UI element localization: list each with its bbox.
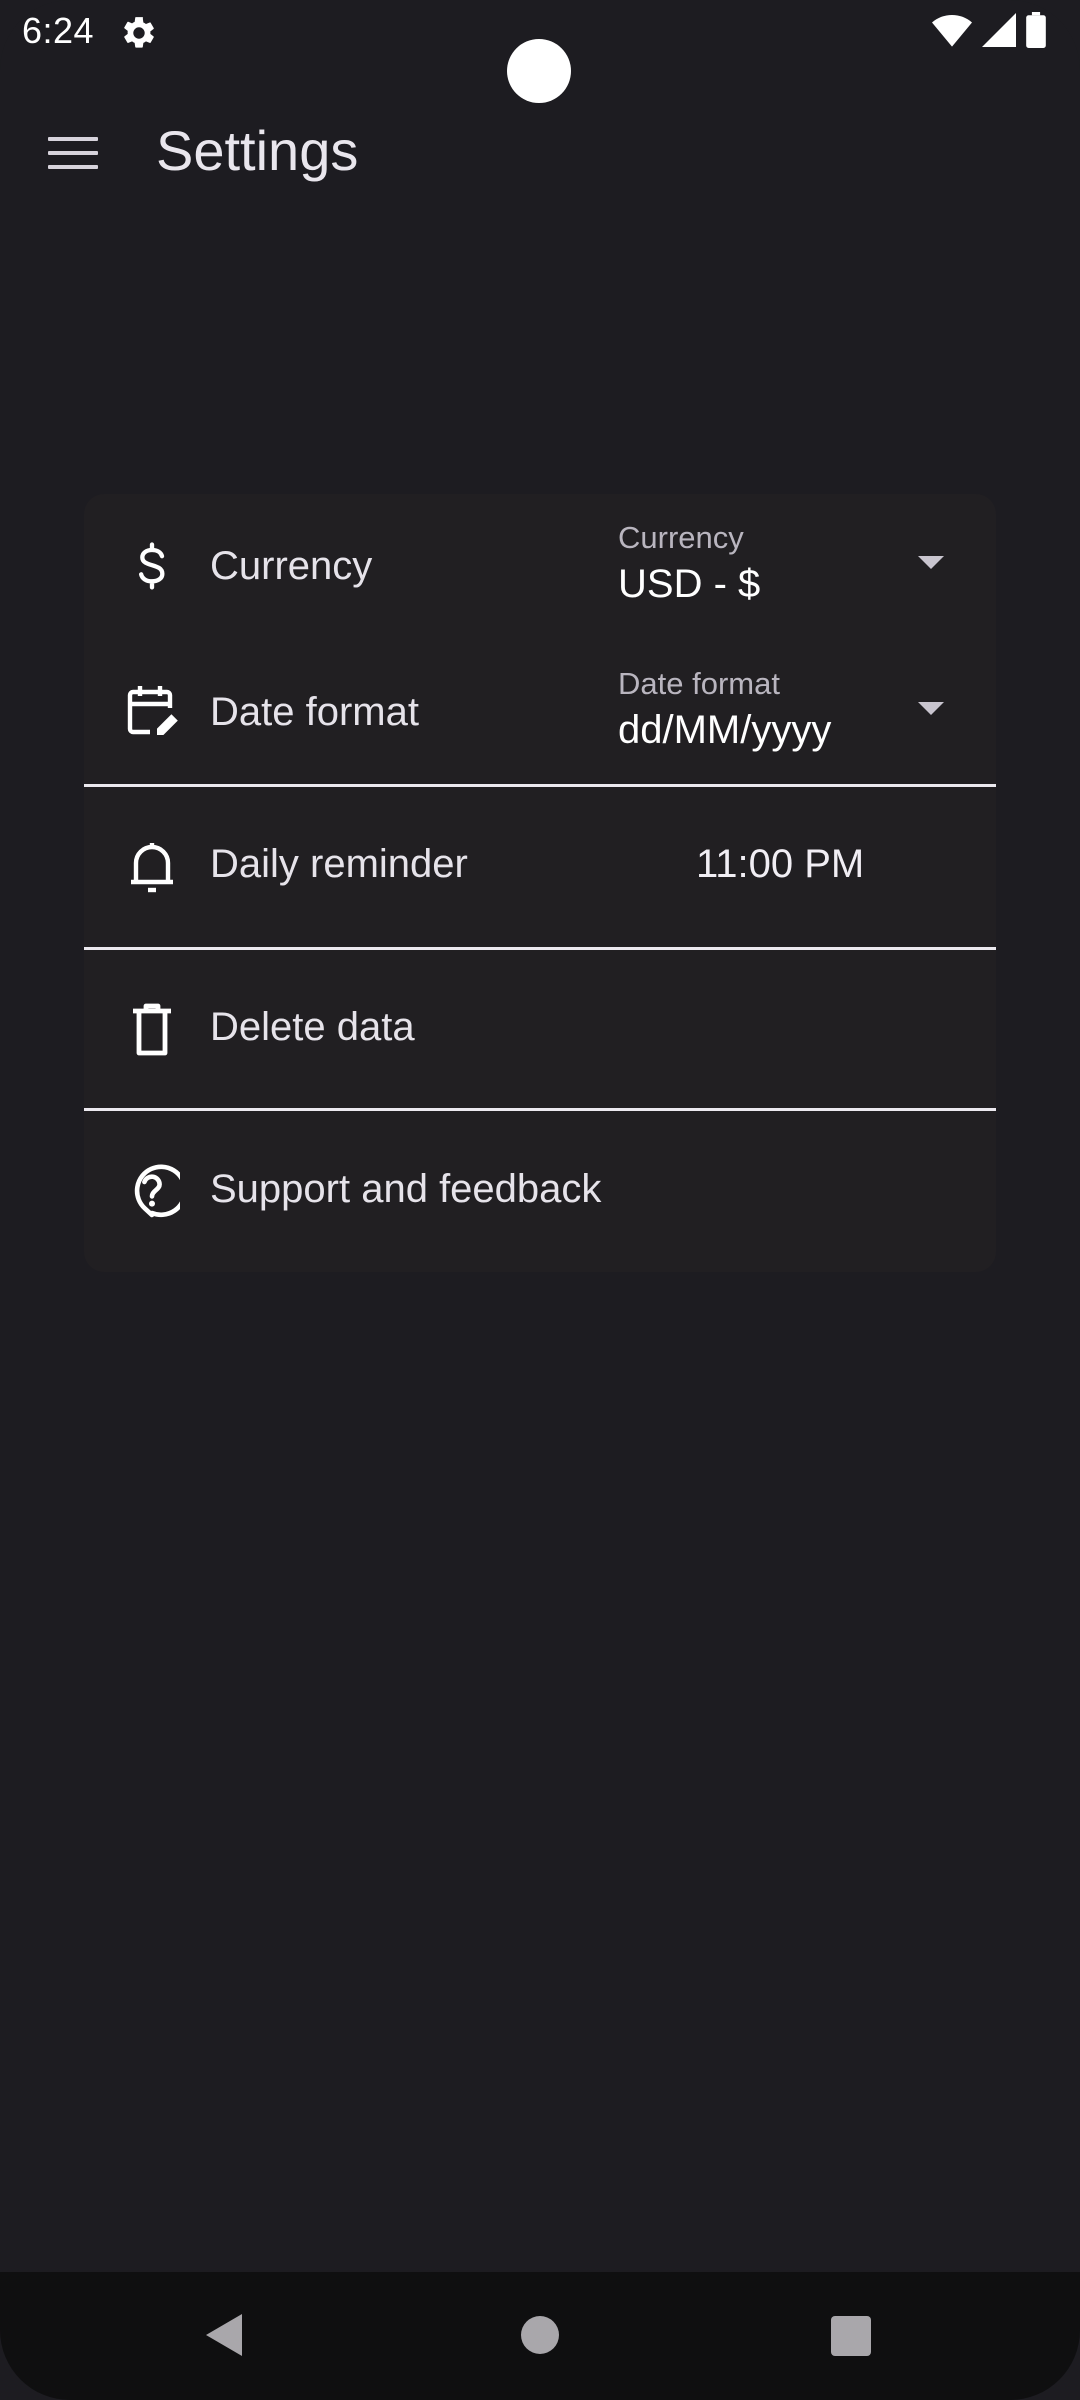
signal-icon bbox=[982, 12, 1016, 52]
date-format-label: Date format bbox=[210, 690, 419, 734]
status-bar: 6:24 bbox=[0, 0, 1080, 103]
daily-reminder-label: Daily reminder bbox=[210, 842, 468, 886]
currency-row: Currency Currency USD - $ bbox=[84, 494, 996, 640]
menu-button[interactable] bbox=[40, 122, 106, 188]
reminder-time[interactable]: 11:00 PM bbox=[696, 842, 864, 887]
screen: 6:24 Settings Currency Currency USD - $ … bbox=[0, 0, 1080, 2400]
bell-icon bbox=[124, 839, 180, 895]
trash-icon bbox=[124, 1002, 180, 1058]
help-icon bbox=[124, 1163, 180, 1219]
support-row[interactable]: Support and feedback bbox=[84, 1111, 996, 1272]
support-label: Support and feedback bbox=[210, 1167, 602, 1211]
gear-icon bbox=[120, 14, 158, 52]
date-format-value: dd/MM/yyyy bbox=[618, 708, 832, 752]
currency-label: Currency bbox=[210, 544, 373, 588]
currency-dropdown[interactable]: Currency USD - $ bbox=[618, 520, 978, 650]
menu-icon bbox=[48, 135, 98, 176]
status-time: 6:24 bbox=[22, 10, 95, 51]
currency-value: USD - $ bbox=[618, 562, 761, 606]
calendar-edit-icon bbox=[124, 682, 180, 738]
chevron-down-icon bbox=[918, 556, 944, 569]
delete-data-row[interactable]: Delete data bbox=[84, 950, 996, 1108]
camera-cutout bbox=[507, 39, 571, 103]
currency-field-label: Currency bbox=[618, 520, 744, 555]
home-icon[interactable] bbox=[521, 2316, 559, 2354]
app-bar: Settings bbox=[0, 96, 1080, 208]
page-title: Settings bbox=[156, 119, 359, 182]
back-icon[interactable] bbox=[202, 2312, 246, 2358]
delete-data-label: Delete data bbox=[210, 1005, 415, 1049]
dollar-icon bbox=[124, 539, 180, 595]
settings-card: Currency Currency USD - $ Date format Da… bbox=[84, 494, 996, 1272]
daily-reminder-row[interactable]: Daily reminder 11:00 PM bbox=[84, 787, 996, 947]
status-icons bbox=[932, 11, 1046, 53]
date-format-dropdown[interactable]: Date format dd/MM/yyyy bbox=[618, 666, 978, 796]
date-format-field-label: Date format bbox=[618, 666, 780, 701]
date-format-row: Date format Date format dd/MM/yyyy bbox=[84, 640, 996, 784]
chevron-down-icon bbox=[918, 702, 944, 715]
navigation-bar bbox=[0, 2272, 1080, 2400]
battery-icon bbox=[1026, 11, 1046, 53]
recents-icon[interactable] bbox=[831, 2316, 871, 2356]
wifi-icon bbox=[932, 13, 972, 52]
